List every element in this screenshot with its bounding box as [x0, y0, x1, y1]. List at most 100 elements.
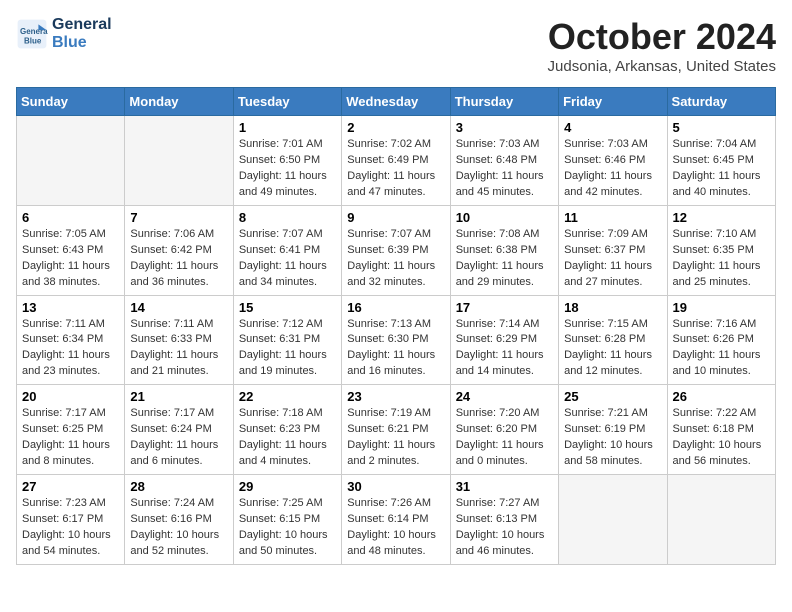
day-info: Sunrise: 7:13 AMSunset: 6:30 PMDaylight:…	[347, 317, 444, 381]
calendar-cell: 3Sunrise: 7:03 AMSunset: 6:48 PMDaylight…	[450, 116, 558, 206]
calendar-cell: 13 Sunrise: 7:11 AMSunset: 6:34 PMDayligh…	[17, 295, 125, 385]
day-number: 31	[456, 479, 553, 494]
day-info: Sunrise: 7:08 AMSunset: 6:38 PMDaylight:…	[456, 227, 553, 291]
calendar-cell	[667, 475, 775, 565]
calendar-cell	[125, 116, 233, 206]
calendar-cell: 29 Sunrise: 7:25 AMSunset: 6:15 PMDayligh…	[233, 475, 341, 565]
calendar-week-row: 6 Sunrise: 7:05 AMSunset: 6:43 PMDaylight…	[17, 205, 776, 295]
day-info: Sunrise: 7:16 AMSunset: 6:26 PMDaylight:…	[673, 317, 770, 381]
day-number: 7	[130, 210, 227, 225]
day-info: Sunrise: 7:18 AMSunset: 6:23 PMDaylight:…	[239, 406, 336, 470]
day-info: Sunrise: 7:11 AMSunset: 6:34 PMDaylight:…	[22, 317, 119, 381]
calendar-cell: 21 Sunrise: 7:17 AMSunset: 6:24 PMDayligh…	[125, 385, 233, 475]
day-number: 1	[239, 120, 336, 135]
day-info: Sunrise: 7:17 AMSunset: 6:24 PMDaylight:…	[130, 406, 227, 470]
calendar-cell: 1 Sunrise: 7:01 AMSunset: 6:50 PMDaylight…	[233, 116, 341, 206]
day-number: 23	[347, 389, 444, 404]
weekday-header-tuesday: Tuesday	[233, 88, 341, 116]
day-info: Sunrise: 7:01 AMSunset: 6:50 PMDaylight:…	[239, 137, 336, 201]
weekday-header-saturday: Saturday	[667, 88, 775, 116]
day-number: 14	[130, 300, 227, 315]
calendar-cell: 22Sunrise: 7:18 AMSunset: 6:23 PMDayligh…	[233, 385, 341, 475]
calendar-cell: 25Sunrise: 7:21 AMSunset: 6:19 PMDayligh…	[559, 385, 667, 475]
calendar-cell: 2 Sunrise: 7:02 AMSunset: 6:49 PMDaylight…	[342, 116, 450, 206]
calendar-week-row: 1 Sunrise: 7:01 AMSunset: 6:50 PMDaylight…	[17, 116, 776, 206]
day-info: Sunrise: 7:09 AMSunset: 6:37 PMDaylight:…	[564, 227, 661, 291]
day-number: 9	[347, 210, 444, 225]
calendar-cell: 18Sunrise: 7:15 AMSunset: 6:28 PMDayligh…	[559, 295, 667, 385]
calendar-cell: 4Sunrise: 7:03 AMSunset: 6:46 PMDaylight…	[559, 116, 667, 206]
calendar-cell: 26 Sunrise: 7:22 AMSunset: 6:18 PMDayligh…	[667, 385, 775, 475]
calendar-cell	[17, 116, 125, 206]
day-number: 2	[347, 120, 444, 135]
day-info: Sunrise: 7:10 AMSunset: 6:35 PMDaylight:…	[673, 227, 770, 291]
day-info: Sunrise: 7:04 AMSunset: 6:45 PMDaylight:…	[673, 137, 770, 201]
calendar-week-row: 13 Sunrise: 7:11 AMSunset: 6:34 PMDayligh…	[17, 295, 776, 385]
weekday-header-row: SundayMondayTuesdayWednesdayThursdayFrid…	[17, 88, 776, 116]
day-info: Sunrise: 7:03 AMSunset: 6:46 PMDaylight:…	[564, 137, 661, 201]
calendar-cell: 12 Sunrise: 7:10 AMSunset: 6:35 PMDayligh…	[667, 205, 775, 295]
day-info: Sunrise: 7:23 AMSunset: 6:17 PMDaylight:…	[22, 496, 119, 560]
calendar-cell: 30 Sunrise: 7:26 AMSunset: 6:14 PMDayligh…	[342, 475, 450, 565]
weekday-header-thursday: Thursday	[450, 88, 558, 116]
weekday-header-friday: Friday	[559, 88, 667, 116]
day-number: 24	[456, 389, 553, 404]
calendar-cell: 27 Sunrise: 7:23 AMSunset: 6:17 PMDayligh…	[17, 475, 125, 565]
month-title: October 2024	[548, 16, 776, 58]
day-info: Sunrise: 7:25 AMSunset: 6:15 PMDaylight:…	[239, 496, 336, 560]
day-info: Sunrise: 7:22 AMSunset: 6:18 PMDaylight:…	[673, 406, 770, 470]
day-number: 15	[239, 300, 336, 315]
day-number: 11	[564, 210, 661, 225]
calendar-cell: 5 Sunrise: 7:04 AMSunset: 6:45 PMDaylight…	[667, 116, 775, 206]
logo-text-line2: Blue	[52, 34, 112, 52]
calendar-cell: 19 Sunrise: 7:16 AMSunset: 6:26 PMDayligh…	[667, 295, 775, 385]
calendar-cell: 8Sunrise: 7:07 AMSunset: 6:41 PMDaylight…	[233, 205, 341, 295]
day-info: Sunrise: 7:11 AMSunset: 6:33 PMDaylight:…	[130, 317, 227, 381]
location-title: Judsonia, Arkansas, United States	[548, 58, 776, 75]
day-number: 26	[673, 389, 770, 404]
weekday-header-wednesday: Wednesday	[342, 88, 450, 116]
day-info: Sunrise: 7:07 AMSunset: 6:39 PMDaylight:…	[347, 227, 444, 291]
day-number: 6	[22, 210, 119, 225]
day-info: Sunrise: 7:02 AMSunset: 6:49 PMDaylight:…	[347, 137, 444, 201]
day-number: 27	[22, 479, 119, 494]
day-number: 10	[456, 210, 553, 225]
day-number: 30	[347, 479, 444, 494]
weekday-header-sunday: Sunday	[17, 88, 125, 116]
day-info: Sunrise: 7:12 AMSunset: 6:31 PMDaylight:…	[239, 317, 336, 381]
logo-text-line1: General	[52, 16, 112, 34]
day-number: 29	[239, 479, 336, 494]
day-info: Sunrise: 7:19 AMSunset: 6:21 PMDaylight:…	[347, 406, 444, 470]
day-number: 28	[130, 479, 227, 494]
calendar-cell	[559, 475, 667, 565]
day-number: 25	[564, 389, 661, 404]
calendar-cell: 17 Sunrise: 7:14 AMSunset: 6:29 PMDayligh…	[450, 295, 558, 385]
day-info: Sunrise: 7:14 AMSunset: 6:29 PMDaylight:…	[456, 317, 553, 381]
day-number: 19	[673, 300, 770, 315]
day-number: 17	[456, 300, 553, 315]
calendar-cell: 7Sunrise: 7:06 AMSunset: 6:42 PMDaylight…	[125, 205, 233, 295]
calendar-cell: 9 Sunrise: 7:07 AMSunset: 6:39 PMDaylight…	[342, 205, 450, 295]
calendar-week-row: 27 Sunrise: 7:23 AMSunset: 6:17 PMDayligh…	[17, 475, 776, 565]
calendar-week-row: 20Sunrise: 7:17 AMSunset: 6:25 PMDayligh…	[17, 385, 776, 475]
day-number: 13	[22, 300, 119, 315]
logo-icon: General Blue	[16, 18, 48, 50]
calendar-cell: 31Sunrise: 7:27 AMSunset: 6:13 PMDayligh…	[450, 475, 558, 565]
weekday-header-monday: Monday	[125, 88, 233, 116]
calendar-cell: 6 Sunrise: 7:05 AMSunset: 6:43 PMDaylight…	[17, 205, 125, 295]
day-number: 5	[673, 120, 770, 135]
day-number: 12	[673, 210, 770, 225]
day-info: Sunrise: 7:05 AMSunset: 6:43 PMDaylight:…	[22, 227, 119, 291]
day-number: 16	[347, 300, 444, 315]
calendar-cell: 15 Sunrise: 7:12 AMSunset: 6:31 PMDayligh…	[233, 295, 341, 385]
calendar-cell: 20Sunrise: 7:17 AMSunset: 6:25 PMDayligh…	[17, 385, 125, 475]
day-info: Sunrise: 7:26 AMSunset: 6:14 PMDaylight:…	[347, 496, 444, 560]
title-area: October 2024 Judsonia, Arkansas, United …	[548, 16, 776, 75]
calendar-cell: 16 Sunrise: 7:13 AMSunset: 6:30 PMDayligh…	[342, 295, 450, 385]
calendar: SundayMondayTuesdayWednesdayThursdayFrid…	[16, 87, 776, 565]
calendar-cell: 28Sunrise: 7:24 AMSunset: 6:16 PMDayligh…	[125, 475, 233, 565]
calendar-cell: 10 Sunrise: 7:08 AMSunset: 6:38 PMDayligh…	[450, 205, 558, 295]
calendar-cell: 24Sunrise: 7:20 AMSunset: 6:20 PMDayligh…	[450, 385, 558, 475]
day-number: 21	[130, 389, 227, 404]
calendar-cell: 11 Sunrise: 7:09 AMSunset: 6:37 PMDayligh…	[559, 205, 667, 295]
